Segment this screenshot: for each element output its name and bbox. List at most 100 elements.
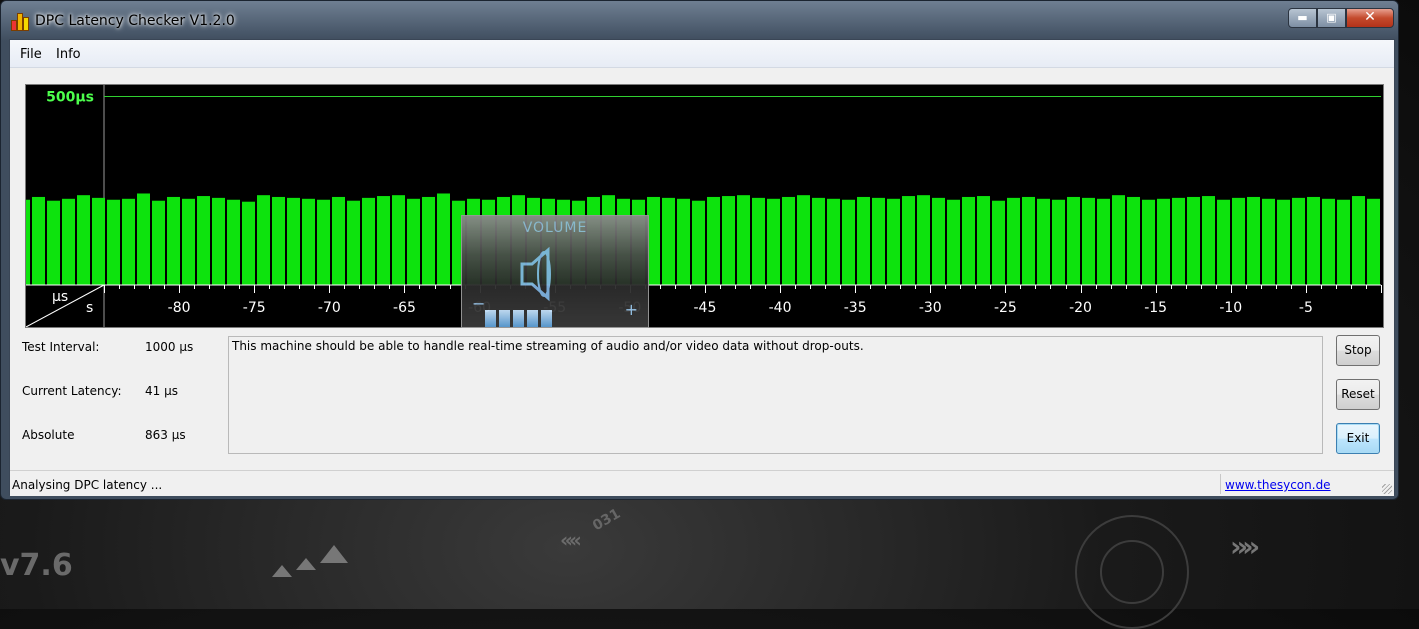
- latency-bar: [437, 193, 450, 285]
- latency-bar: [1037, 198, 1050, 285]
- reset-button[interactable]: Reset: [1336, 379, 1380, 410]
- volume-overlay: VOLUME − +: [461, 215, 649, 328]
- volume-minus-icon[interactable]: −: [472, 294, 485, 313]
- latency-bar: [1247, 196, 1260, 285]
- desktop-arrows-decoration: ««: [560, 528, 582, 552]
- desktop-counter-text: 031: [589, 505, 624, 535]
- latency-bar: [26, 199, 30, 285]
- minimize-button[interactable]: ▬: [1288, 8, 1317, 28]
- status-separator: [1220, 474, 1221, 494]
- latency-bar: [272, 196, 285, 285]
- desktop-house-decoration: [320, 545, 348, 563]
- latency-bar: [137, 193, 150, 285]
- latency-bar: [782, 196, 795, 285]
- latency-bar: [857, 196, 870, 285]
- speaker-icon: [520, 246, 551, 302]
- latency-bar: [1157, 198, 1170, 285]
- latency-bar: [1067, 196, 1080, 285]
- close-button[interactable]: ✕: [1346, 8, 1394, 28]
- latency-bar: [1337, 199, 1350, 285]
- desktop-ring-decoration: [1100, 540, 1164, 604]
- volume-level-segment: [485, 310, 496, 327]
- latency-bar: [917, 195, 930, 285]
- latency-bar: [662, 197, 675, 285]
- latency-bar: [257, 195, 270, 285]
- latency-bar: [377, 196, 390, 285]
- latency-bar: [422, 196, 435, 285]
- volume-level-segment: [541, 310, 552, 327]
- x-tick-label: -45: [694, 300, 717, 316]
- exit-button[interactable]: Exit: [1336, 423, 1380, 454]
- menu-file[interactable]: File: [20, 47, 42, 62]
- latency-bar: [1172, 197, 1185, 285]
- app-window: DPC Latency Checker V1.2.0 ▬ ▣ ✕ File In…: [0, 0, 1399, 500]
- latency-bar: [1352, 196, 1365, 285]
- latency-bar: [887, 198, 900, 285]
- latency-chart: 16000µs8000µs4000µs2000µs1000µs500µs-80-…: [25, 84, 1384, 328]
- resize-grip[interactable]: [1382, 484, 1392, 494]
- latency-bar: [212, 197, 225, 285]
- latency-bar: [1052, 199, 1065, 285]
- latency-bar: [1202, 196, 1215, 285]
- y-unit-label: µs: [52, 289, 68, 305]
- latency-bar: [797, 195, 810, 285]
- current-latency-value: 41 µs: [145, 384, 178, 398]
- latency-bar: [62, 198, 75, 285]
- latency-bar: [1022, 196, 1035, 285]
- latency-bar: [1082, 197, 1095, 285]
- latency-bar: [392, 195, 405, 285]
- latency-bar: [962, 196, 975, 285]
- desktop-arrows-decoration-right: »»: [1230, 530, 1260, 563]
- volume-plus-icon[interactable]: +: [625, 300, 638, 319]
- latency-bar: [332, 196, 345, 285]
- status-text: Analysing DPC latency ...: [12, 478, 163, 492]
- latency-bar: [1277, 199, 1290, 285]
- x-tick-label: -65: [393, 300, 416, 316]
- maximize-button[interactable]: ▣: [1317, 8, 1346, 28]
- latency-bar: [1097, 198, 1110, 285]
- latency-bar: [92, 197, 105, 285]
- window-title: DPC Latency Checker V1.2.0: [35, 13, 235, 29]
- latency-bar: [992, 200, 1005, 285]
- latency-bar: [737, 195, 750, 285]
- latency-bar: [227, 199, 240, 285]
- desktop-version-text: v7.6: [0, 548, 73, 583]
- latency-bar: [872, 197, 885, 285]
- absolute-value: 863 µs: [145, 428, 186, 442]
- latency-bar: [242, 201, 255, 285]
- menu-info[interactable]: Info: [56, 47, 81, 62]
- latency-bar: [977, 196, 990, 285]
- test-interval-value: 1000 µs: [145, 340, 194, 354]
- latency-bar: [1142, 199, 1155, 285]
- stop-button[interactable]: Stop: [1336, 335, 1380, 366]
- latency-bar: [32, 196, 45, 285]
- latency-bar: [182, 198, 195, 285]
- latency-bar: [1127, 196, 1140, 285]
- message-box[interactable]: This machine should be able to handle re…: [228, 336, 1323, 454]
- volume-level-segment: [513, 310, 524, 327]
- x-tick-label: -10: [1219, 300, 1242, 316]
- x-tick-label: -75: [243, 300, 266, 316]
- x-tick-label: -5: [1299, 300, 1313, 316]
- desktop-house-decoration: [296, 558, 316, 570]
- latency-bar: [677, 198, 690, 285]
- latency-bar: [107, 199, 120, 285]
- website-link[interactable]: www.thesycon.de: [1225, 478, 1331, 492]
- latency-bar: [1292, 197, 1305, 285]
- app-bars-icon: [11, 13, 29, 31]
- x-tick-label: -20: [1069, 300, 1092, 316]
- latency-bar: [362, 197, 375, 285]
- latency-bar: [1007, 197, 1020, 285]
- x-tick-label: -40: [769, 300, 792, 316]
- latency-bar: [302, 198, 315, 285]
- x-tick-label: -25: [994, 300, 1017, 316]
- latency-bar: [1187, 196, 1200, 285]
- current-latency-label: Current Latency:: [22, 384, 122, 398]
- latency-bar: [722, 196, 735, 285]
- x-tick-label: -80: [168, 300, 191, 316]
- x-unit-label: s: [86, 300, 93, 316]
- title-bar[interactable]: DPC Latency Checker V1.2.0 ▬ ▣ ✕: [1, 1, 1398, 39]
- latency-bar: [287, 197, 300, 285]
- latency-bar: [152, 200, 165, 285]
- latency-bar: [1367, 198, 1380, 285]
